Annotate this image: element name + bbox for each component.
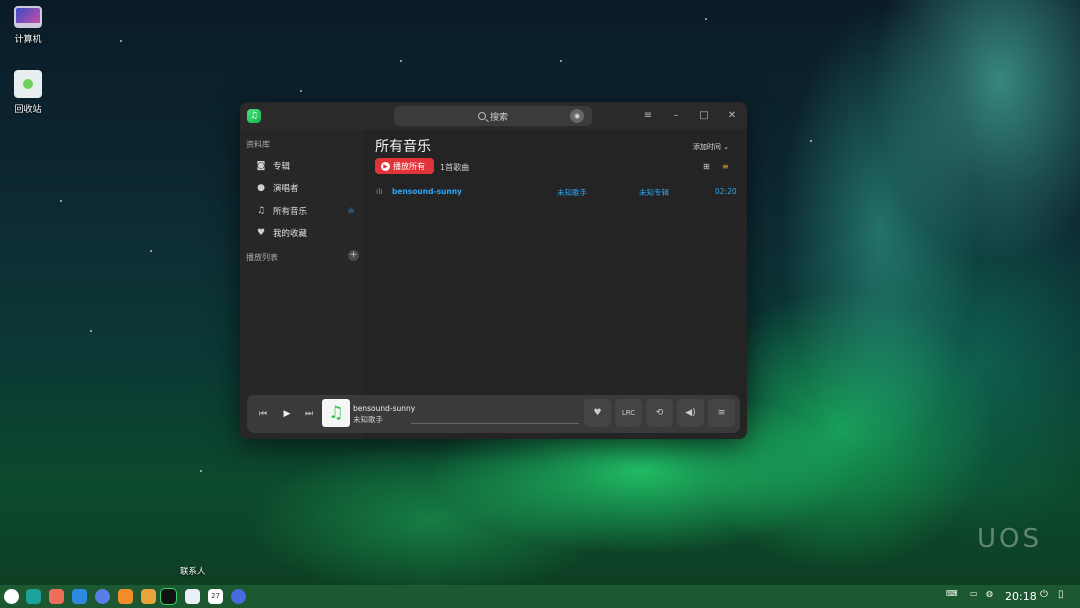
heart-icon: ♥ [593, 408, 602, 418]
close-button[interactable]: ✕ [724, 108, 740, 124]
heart-icon: ♥ [256, 228, 266, 238]
sidebar-item-label: 演唱者 [273, 184, 299, 194]
music-app-logo-icon: ♫ [247, 109, 261, 123]
uos-watermark: UOS [977, 524, 1042, 554]
sort-dropdown[interactable]: 添加时间 ⌄ [693, 142, 729, 152]
minimize-button[interactable]: – [668, 108, 684, 124]
album-icon: ◙ [256, 161, 266, 171]
calendar-icon[interactable]: 27 [208, 589, 223, 604]
repeat-button[interactable]: ⟲ [646, 399, 673, 427]
keyboard-icon[interactable]: ⌨ [946, 589, 958, 598]
sidebar-item-all-music[interactable]: ♫ 所有音乐 ılı [248, 201, 358, 221]
trash-icon [14, 70, 42, 98]
table-row[interactable]: ılı bensound-sunny 未知歌手 未知专辑 02:20 [370, 185, 737, 199]
progress-slider[interactable] [411, 423, 579, 424]
title-bar: ♫ 搜索 ◉ ≡ – □ ✕ [240, 102, 747, 130]
add-playlist-button[interactable]: + [348, 250, 359, 261]
play-button[interactable]: ▶ [277, 404, 297, 424]
song-artist: 未知歌手 [557, 188, 587, 197]
playing-indicator-icon: ılı [376, 187, 383, 196]
search-placeholder: 搜索 [489, 112, 508, 123]
search-input[interactable]: 搜索 ◉ [394, 106, 592, 126]
desktop-icon-label: 计算机 [14, 35, 42, 45]
sort-label: 添加时间 [692, 143, 721, 151]
taskbar: 27 ⌨ ▭ ◍ 20:18 ⏻ ▯ [0, 585, 1080, 608]
song-title: bensound-sunny [392, 187, 462, 196]
song-album: 未知专辑 [639, 188, 669, 197]
sidebar-item-albums[interactable]: ◙ 专辑 [248, 156, 358, 176]
sidebar-item-favorites[interactable]: ♥ 我的收藏 [248, 223, 358, 243]
music-dock-icon[interactable] [160, 588, 177, 605]
next-track-icon[interactable]: ⏭ [299, 404, 319, 424]
network-icon[interactable]: ◍ [986, 589, 993, 598]
sidebar: 资料库 ◙ 专辑 ● 演唱者 ♫ 所有音乐 ılı ♥ 我的收藏 播放列表 + [240, 130, 364, 439]
page-title: 所有音乐 [375, 139, 431, 155]
song-duration: 02:20 [715, 187, 737, 196]
sidebar-item-label: 专辑 [273, 162, 291, 172]
power-icon[interactable]: ⏻ [1040, 589, 1048, 600]
desktop-icon-computer[interactable]: 计算机 [0, 6, 56, 45]
trash-tray-icon[interactable]: ▯ [1058, 589, 1064, 600]
app-store-icon[interactable] [49, 589, 64, 604]
queue-icon: ≡ [717, 408, 726, 418]
grid-view-icon[interactable]: ⊞ [703, 162, 710, 171]
music-note-icon: ♫ [256, 206, 266, 216]
volume-button[interactable]: ◀) [677, 399, 704, 427]
store-icon[interactable] [118, 589, 133, 604]
lyrics-button[interactable]: LRC [615, 399, 642, 427]
contacts-icon[interactable] [185, 589, 200, 604]
music-app-window: ♫ 搜索 ◉ ≡ – □ ✕ 资料库 ◙ 专辑 ● 演唱者 ♫ 所有音乐 ılı… [240, 102, 747, 439]
album-cover-icon[interactable]: ♫ [322, 399, 350, 427]
settings-icon[interactable] [95, 589, 110, 604]
sidebar-item-label: 我的收藏 [273, 229, 308, 239]
sidebar-item-label: 所有音乐 [273, 207, 308, 217]
main-content: 所有音乐 添加时间 ⌄ ▶ 播放所有 1首歌曲 ⊞ ≡ ılı bensound… [364, 130, 747, 439]
control-center-icon[interactable] [231, 589, 246, 604]
playlist-queue-button[interactable]: ≡ [708, 399, 735, 427]
dock-tooltip: 联系人 [180, 567, 206, 577]
play-all-button[interactable]: ▶ 播放所有 [375, 158, 434, 174]
clock[interactable]: 20:18 [1005, 590, 1037, 603]
search-icon [477, 112, 486, 120]
volume-icon: ◀) [685, 408, 696, 418]
maximize-button[interactable]: □ [696, 108, 712, 124]
now-playing-title: bensound-sunny [353, 404, 416, 413]
browser-icon[interactable] [72, 589, 87, 604]
desktop-icon-trash[interactable]: 回收站 [0, 70, 56, 115]
artist-icon: ● [257, 183, 265, 193]
library-label: 资料库 [246, 140, 270, 149]
launcher-icon[interactable] [4, 589, 19, 604]
photos-icon[interactable] [141, 589, 156, 604]
display-icon[interactable]: ▭ [970, 589, 978, 598]
now-playing-artist: 未知歌手 [353, 415, 383, 424]
sidebar-item-artists[interactable]: ● 演唱者 [248, 178, 358, 198]
chevron-down-icon: ⌄ [723, 143, 729, 151]
play-all-label: 播放所有 [393, 161, 425, 171]
desktop-icon-label: 回收站 [14, 105, 42, 115]
list-view-icon[interactable]: ≡ [722, 162, 729, 171]
voice-search-icon[interactable]: ◉ [570, 109, 584, 123]
file-manager-icon[interactable] [26, 589, 41, 604]
favorite-button[interactable]: ♥ [584, 399, 611, 427]
playlist-label: 播放列表 [246, 253, 278, 262]
computer-icon [14, 6, 42, 28]
player-bar: ⏮ ▶ ⏭ ♫ bensound-sunny 未知歌手 ♥ LRC ⟲ ◀) ≡ [247, 395, 740, 433]
play-icon: ▶ [381, 161, 390, 171]
previous-track-icon[interactable]: ⏮ [253, 404, 273, 424]
song-count: 1首歌曲 [440, 163, 470, 172]
repeat-icon: ⟲ [655, 408, 664, 418]
now-playing-icon: ılı [348, 207, 354, 215]
menu-button[interactable]: ≡ [640, 108, 656, 124]
